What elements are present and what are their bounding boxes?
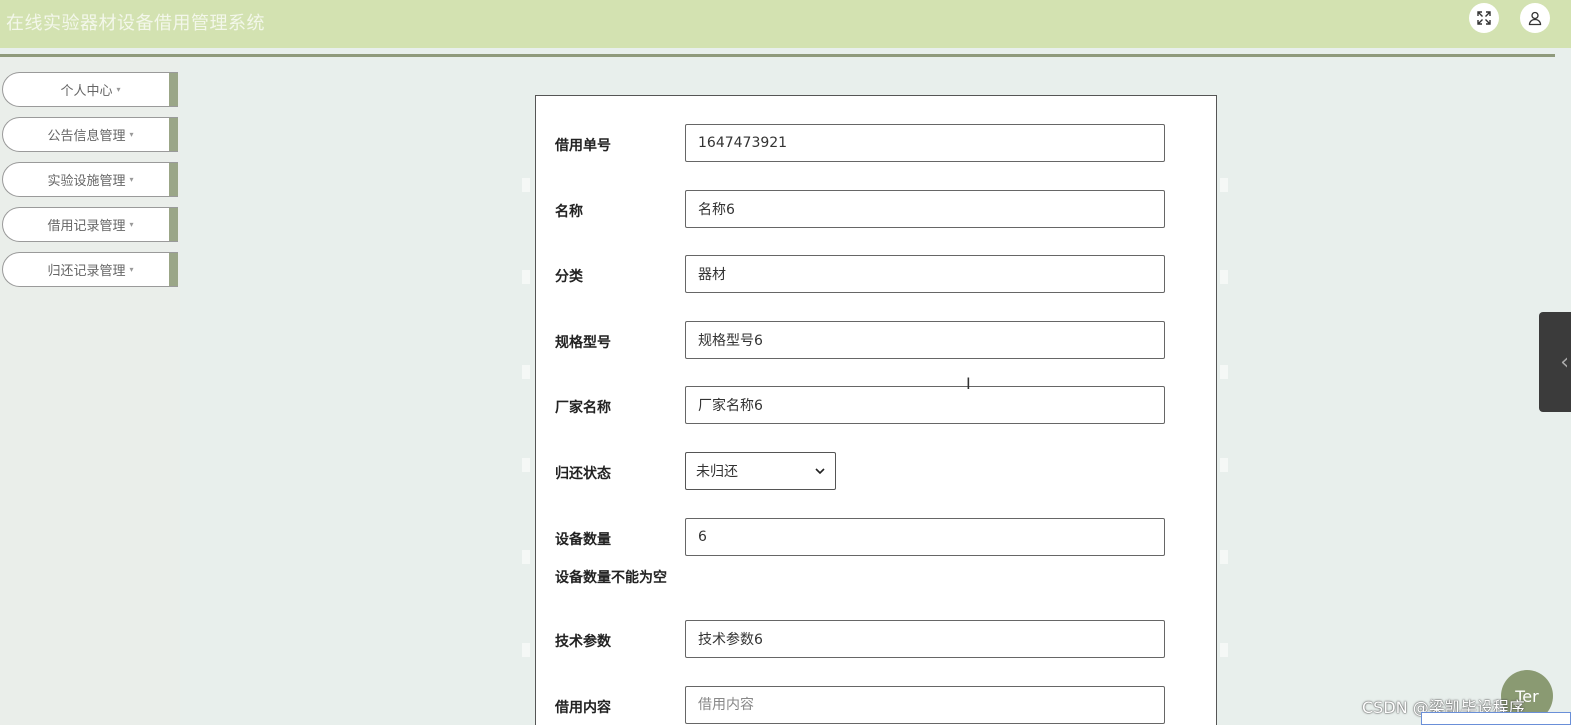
borrow-no-input[interactable] [685, 124, 1165, 162]
category-input[interactable] [685, 255, 1165, 293]
sidebar-item-return-records[interactable]: 归还记录管理 ▾ [2, 252, 178, 287]
app-title: 在线实验器材设备借用管理系统 [6, 13, 265, 34]
caret-down-icon: ▾ [129, 220, 134, 229]
name-input[interactable] [685, 190, 1165, 228]
background-mark [522, 365, 530, 379]
field-label-quantity: 设备数量 [555, 532, 611, 548]
background-mark [1220, 365, 1228, 379]
sidebar-item-accent [169, 208, 178, 241]
sidebar-item-personal-center[interactable]: 个人中心 ▾ [2, 72, 178, 107]
caret-down-icon: ▾ [129, 130, 134, 139]
background-mark [522, 643, 530, 657]
fullscreen-button[interactable] [1469, 3, 1499, 33]
borrow-record-form: 借用单号 名称 分类 规格型号 厂家名称 归还状态 未归还 设备数量 设备数量不… [535, 95, 1217, 725]
ime-toolbar [1421, 712, 1571, 725]
field-label-spec-model: 规格型号 [555, 335, 611, 351]
quantity-error-message: 设备数量不能为空 [555, 570, 667, 586]
background-mark [522, 270, 530, 284]
spec-model-input[interactable] [685, 321, 1165, 359]
sidebar-item-label: 实验设施管理 [47, 174, 126, 189]
caret-down-icon: ▾ [116, 85, 121, 94]
chevron-left-icon: ‹ [1560, 349, 1569, 375]
sidebar-item-lab-facilities[interactable]: 实验设施管理 ▾ [2, 162, 178, 197]
manufacturer-input[interactable] [685, 386, 1165, 424]
sidebar-item-accent [169, 73, 178, 106]
sidebar-item-accent [169, 163, 178, 196]
quantity-input[interactable] [685, 518, 1165, 556]
sidebar-item-announcements[interactable]: 公告信息管理 ▾ [2, 117, 178, 152]
field-label-tech-params: 技术参数 [555, 634, 611, 650]
collapse-panel-tab[interactable]: ‹ [1539, 312, 1571, 412]
top-header: 在线实验器材设备借用管理系统 [0, 0, 1571, 48]
header-divider [0, 54, 1555, 57]
return-status-value: 未归还 [696, 464, 738, 480]
sidebar-item-label: 归还记录管理 [47, 264, 126, 279]
tech-params-input[interactable] [685, 620, 1165, 658]
sidebar-item-label: 借用记录管理 [47, 219, 126, 234]
field-label-borrow-content: 借用内容 [555, 700, 611, 716]
return-status-select[interactable]: 未归还 [685, 452, 836, 490]
background-mark [522, 458, 530, 472]
sidebar-item-accent [169, 118, 178, 151]
user-button[interactable] [1520, 3, 1550, 33]
text-cursor-icon: I [966, 374, 971, 393]
sidebar-item-label: 个人中心 [60, 84, 113, 99]
field-label-borrow-no: 借用单号 [555, 138, 611, 154]
background-mark [522, 550, 530, 564]
fullscreen-icon [1477, 11, 1491, 25]
field-label-manufacturer: 厂家名称 [555, 400, 611, 416]
background-mark [1220, 550, 1228, 564]
field-label-return-status: 归还状态 [555, 466, 611, 482]
sidebar: 个人中心 ▾ 公告信息管理 ▾ 实验设施管理 ▾ 借用记录管理 ▾ 归还记录管理… [0, 57, 180, 725]
sidebar-item-borrow-records[interactable]: 借用记录管理 ▾ [2, 207, 178, 242]
background-mark [1220, 643, 1228, 657]
sidebar-item-label: 公告信息管理 [47, 129, 126, 144]
chevron-down-icon [815, 468, 825, 475]
caret-down-icon: ▾ [129, 265, 134, 274]
field-label-category: 分类 [555, 269, 583, 285]
background-mark [1220, 270, 1228, 284]
user-icon [1528, 11, 1542, 26]
field-label-name: 名称 [555, 204, 583, 220]
background-mark [1220, 178, 1228, 192]
caret-down-icon: ▾ [129, 175, 134, 184]
borrow-content-input[interactable] [685, 686, 1165, 724]
background-mark [522, 178, 530, 192]
background-mark [1220, 458, 1228, 472]
sidebar-item-accent [169, 253, 178, 286]
